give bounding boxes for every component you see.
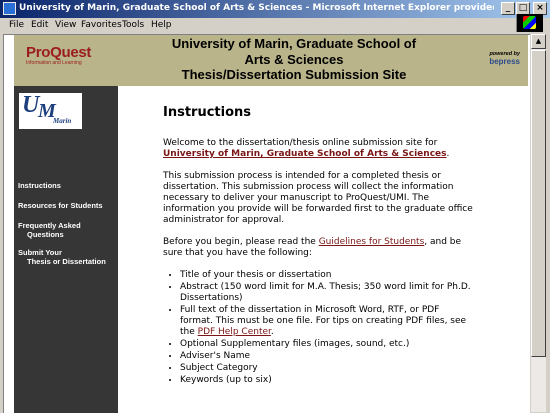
nav-instructions[interactable]: Instructions [18, 181, 118, 190]
nav-resources-for-students[interactable]: Resources for Students [18, 201, 118, 210]
site-header: ProQuest Information and Learning Univer… [14, 35, 528, 86]
nav-submit-label-line1: Submit Your [18, 248, 62, 257]
minimize-button[interactable]: _ [501, 2, 515, 15]
sidebar: U M Marin Instructions Resources for Stu… [14, 86, 118, 413]
site-title: University of Marin, Graduate School of … [154, 36, 434, 83]
window-title-bar[interactable]: University of Marin, Graduate School of … [0, 0, 550, 18]
before-text: Before you begin, please read the [163, 237, 319, 247]
university-link[interactable]: University of Marin, Graduate School of … [163, 149, 447, 159]
university-of-marin-logo[interactable]: U M Marin [19, 92, 82, 129]
nav-resources-label: Resources for Students [18, 201, 103, 210]
list-item: Adviser's Name [180, 351, 473, 362]
site-title-line3: Thesis/Dissertation Submission Site [181, 67, 407, 82]
page-heading: Instructions [163, 105, 252, 120]
site-title-line1: University of Marin, Graduate School of [171, 36, 417, 51]
menu-help[interactable]: Help [151, 19, 172, 31]
nav-faq-label-line2: Questions [27, 230, 64, 239]
list-item: Title of your thesis or dissertation [180, 270, 473, 281]
window-title: University of Marin, Graduate School of … [19, 3, 494, 13]
scrollbar-thumb[interactable] [531, 50, 546, 357]
nav-submit-thesis[interactable]: Submit Your Thesis or Dissertation [18, 248, 118, 266]
proquest-logo-text: ProQuest [26, 44, 92, 61]
list-item: Abstract (150 word limit for M.A. Thesis… [180, 282, 473, 304]
nav-faq[interactable]: Frequently Asked Questions [18, 221, 118, 239]
welcome-text: Welcome to the dissertation/thesis onlin… [163, 138, 438, 148]
process-paragraph: This submission process is intended for … [163, 171, 473, 225]
site-title-line2: Arts & Sciences [244, 51, 344, 67]
menu-tools[interactable]: Tools [122, 19, 144, 31]
windows-flag-icon [523, 16, 536, 29]
bepress-label: bepress [489, 57, 520, 66]
ie-page-icon [3, 2, 16, 15]
nav-submit-label-line2: Thesis or Dissertation [27, 257, 106, 266]
powered-by-bepress-logo[interactable]: powered by bepress [474, 51, 520, 66]
guidelines-link[interactable]: Guidelines for Students [319, 237, 425, 247]
list-item: Subject Category [180, 363, 473, 374]
scroll-up-arrow-icon[interactable]: ▲ [531, 34, 546, 49]
proquest-logo-tagline: Information and Learning [26, 60, 82, 66]
nav-faq-label-line1: Frequently Asked [18, 221, 81, 230]
pdf-help-center-link[interactable]: PDF Help Center [198, 327, 271, 337]
menu-view[interactable]: View [55, 19, 76, 31]
menu-favorites[interactable]: Favorites [81, 19, 122, 31]
list-item: Keywords (up to six) [180, 375, 473, 386]
nav-instructions-label: Instructions [18, 181, 61, 190]
browser-viewport: ProQuest Information and Learning Univer… [3, 34, 530, 413]
requirements-list: Title of your thesis or dissertation Abs… [163, 270, 473, 386]
list-item: Full text of the dissertation in Microso… [180, 305, 473, 338]
welcome-paragraph: Welcome to the dissertation/thesis onlin… [163, 138, 473, 160]
welcome-end: . [446, 149, 450, 159]
before-you-begin-paragraph: Before you begin, please read the Guidel… [163, 237, 473, 259]
logo-letter-u: U [22, 92, 40, 118]
vertical-scrollbar[interactable]: ▲ [531, 34, 546, 412]
menu-bar: File Edit View Favorites Tools Help [0, 18, 550, 32]
ie-throbber-logo [516, 14, 543, 32]
logo-marin: Marin [53, 117, 72, 125]
menu-file[interactable]: File [9, 19, 24, 31]
menu-edit[interactable]: Edit [31, 19, 48, 31]
list-item: Optional Supplementary files (images, so… [180, 339, 473, 350]
fulltext-item-end: . [270, 327, 274, 337]
main-content: Instructions Welcome to the dissertation… [163, 105, 473, 387]
proquest-logo[interactable]: ProQuest Information and Learning [26, 44, 91, 66]
